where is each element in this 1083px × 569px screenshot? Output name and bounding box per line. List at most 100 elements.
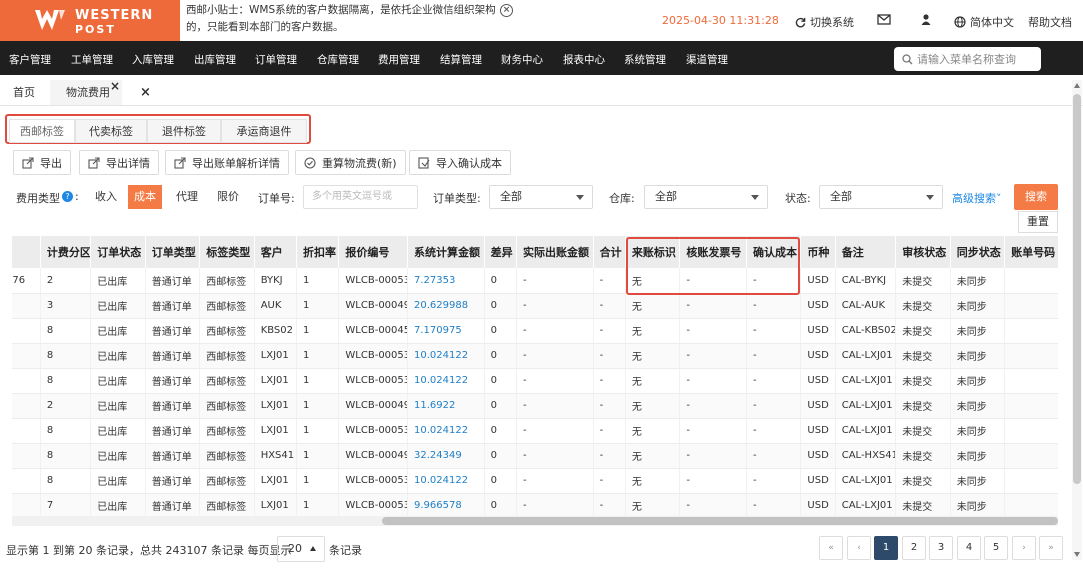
fee-type-agent[interactable]: 代理 [170, 185, 204, 209]
nav-item[interactable]: 财务中心 [501, 52, 543, 67]
amount-link[interactable]: 9.966578 [407, 493, 485, 519]
language-button[interactable]: 简体中文 [954, 14, 1014, 30]
nav-item[interactable]: 仓库管理 [317, 52, 359, 67]
subtab-return[interactable]: 退件标签 [147, 119, 221, 143]
column-header[interactable]: 系统计算金额 [407, 236, 485, 268]
column-header[interactable]: 币种 [800, 236, 836, 268]
table-row[interactable]: 8已出库普通订单西邮标签LXJ011WLCB-00053210.0241220-… [12, 418, 1058, 444]
menu-search-input[interactable]: 请输入菜单名称查询 [894, 47, 1041, 71]
nav-item[interactable]: 客户管理 [9, 52, 51, 67]
subtab-daimai[interactable]: 代卖标签 [75, 119, 147, 143]
import-cost-button[interactable]: 导入确认成本 [409, 150, 511, 175]
table-row[interactable]: 8已出库普通订单西邮标签LXJ011WLCB-00053210.0241220-… [12, 468, 1058, 494]
tab-close-icon[interactable]: × [110, 74, 120, 99]
nav-item[interactable]: 报表中心 [563, 52, 605, 67]
vertical-scrollbar[interactable] [1072, 80, 1082, 560]
nav-item[interactable]: 渠道管理 [686, 52, 728, 67]
amount-link[interactable]: 10.024122 [407, 468, 485, 494]
first-page-button[interactable]: « [819, 536, 843, 560]
scrollbar-thumb[interactable] [1073, 94, 1081, 484]
nav-item[interactable]: 入库管理 [132, 52, 174, 67]
table-row[interactable]: 8已出库普通订单西邮标签KBS021WLCB-0004527.1709750--… [12, 318, 1058, 344]
column-header[interactable]: 账单号码 [1004, 236, 1058, 268]
recalc-fee-button[interactable]: 重算物流费(新) [295, 150, 406, 175]
scroll-up-icon[interactable] [1074, 83, 1080, 88]
search-button[interactable]: 搜索 [1014, 184, 1058, 210]
amount-link[interactable]: 7.27353 [407, 268, 485, 294]
tab-home[interactable]: 首页 [13, 80, 35, 105]
nav-item[interactable]: 结算管理 [440, 52, 482, 67]
amount-link[interactable]: 32.24349 [407, 443, 485, 469]
nav-item[interactable]: 订单管理 [255, 52, 297, 67]
last-page-button[interactable]: » [1039, 536, 1063, 560]
fee-type-cost[interactable]: 成本 [128, 185, 162, 209]
table-row[interactable]: 0762已出库普通订单西邮标签BYKJ1WLCB-0005317.273530-… [12, 268, 1058, 294]
column-header[interactable]: 客户 [254, 236, 298, 268]
column-header[interactable]: 差异 [484, 236, 517, 268]
column-header[interactable]: 审核状态 [895, 236, 951, 268]
brand-logo[interactable]: WESTERN POST [0, 0, 180, 41]
column-header[interactable]: 订单状态 [90, 236, 146, 268]
export-detail-button[interactable]: 导出详情 [79, 150, 159, 175]
column-header[interactable]: 订单类型 [145, 236, 201, 268]
table-cell: 1 [296, 293, 340, 319]
help-docs-link[interactable]: 帮助文档 [1028, 14, 1072, 30]
column-header[interactable]: 计费分区 [40, 236, 92, 268]
column-header[interactable]: 合计 [593, 236, 626, 268]
export-button[interactable]: 导出 [13, 150, 71, 175]
table-row[interactable]: 7已出库普通订单西邮标签LXJ011WLCB-0005329.9665780--… [12, 493, 1058, 519]
table-row[interactable]: 3已出库普通订单西邮标签AUK1WLCB-00049520.6299880--无… [12, 293, 1058, 319]
amount-link[interactable]: 11.6922 [407, 393, 485, 419]
prev-page-button[interactable]: ‹ [847, 536, 871, 560]
nav-item[interactable]: 费用管理 [378, 52, 420, 67]
table-row[interactable]: 8已出库普通订单西邮标签LXJ011WLCB-00053210.0241220-… [12, 343, 1058, 369]
user-button[interactable] [921, 14, 931, 25]
reset-button[interactable]: 重置 [1018, 211, 1058, 233]
fee-type-limit[interactable]: 限价 [211, 185, 245, 209]
nav-item[interactable]: 工单管理 [71, 52, 113, 67]
table-cell: 0 [484, 268, 517, 294]
amount-link[interactable]: 10.024122 [407, 343, 485, 369]
table-row[interactable]: 2已出库普通订单西邮标签LXJ011WLCB-00049511.69220--无… [12, 393, 1058, 419]
mail-button[interactable] [877, 14, 891, 25]
export-bill-detail-button[interactable]: 导出账单解析详情 [165, 150, 289, 175]
nav-item[interactable]: 出库管理 [194, 52, 236, 67]
order-no-input[interactable]: 多个用英文逗号或 [303, 185, 418, 209]
amount-link[interactable]: 10.024122 [407, 368, 485, 394]
column-header[interactable]: 实际出账金额 [516, 236, 594, 268]
page-5-button[interactable]: 5 [984, 536, 1008, 560]
table-cell: 0 [484, 418, 517, 444]
tip-close-icon[interactable]: × [500, 4, 513, 17]
scroll-down-icon[interactable] [1074, 552, 1080, 557]
amount-link[interactable]: 7.170975 [407, 318, 485, 344]
page-4-button[interactable]: 4 [957, 536, 981, 560]
order-type-select[interactable]: 全部 [489, 185, 593, 209]
warehouse-select[interactable]: 全部 [644, 185, 768, 209]
column-header[interactable]: 备注 [835, 236, 897, 268]
status-select[interactable]: 全部 [819, 185, 943, 209]
table-row[interactable]: 8已出库普通订单西邮标签LXJ011WLCB-00053210.0241220-… [12, 368, 1058, 394]
next-page-button[interactable]: › [1012, 536, 1036, 560]
nav-item[interactable]: 系统管理 [624, 52, 666, 67]
help-icon[interactable]: ? [62, 191, 73, 202]
table-row[interactable]: 8已出库普通订单西邮标签HXS411WLCB-00049532.243490--… [12, 443, 1058, 469]
horizontal-scrollbar[interactable] [12, 516, 1058, 526]
page-1-button[interactable]: 1 [874, 536, 898, 560]
page-3-button[interactable]: 3 [929, 536, 953, 560]
language-label: 简体中文 [970, 16, 1014, 29]
amount-link[interactable]: 20.629988 [407, 293, 485, 319]
subtab-xiyou[interactable]: 西邮标签 [9, 119, 75, 143]
column-header[interactable]: 同步状态 [950, 236, 1006, 268]
column-header[interactable]: 折扣率 [296, 236, 340, 268]
switch-system-button[interactable]: 切换系统 [795, 14, 854, 30]
amount-link[interactable]: 10.024122 [407, 418, 485, 444]
scrollbar-thumb[interactable] [382, 517, 1058, 525]
fee-type-income[interactable]: 收入 [89, 185, 123, 209]
page-size-select[interactable]: 20 [277, 536, 325, 562]
subtab-carrier-return[interactable]: 承运商退件 [221, 119, 307, 143]
column-header[interactable]: 报价编号 [338, 236, 408, 268]
close-all-tabs-icon[interactable]: × [140, 80, 151, 105]
page-2-button[interactable]: 2 [902, 536, 926, 560]
column-header[interactable]: 标签类型 [199, 236, 255, 268]
advanced-search-link[interactable]: 高级搜索˅ [952, 190, 1002, 206]
